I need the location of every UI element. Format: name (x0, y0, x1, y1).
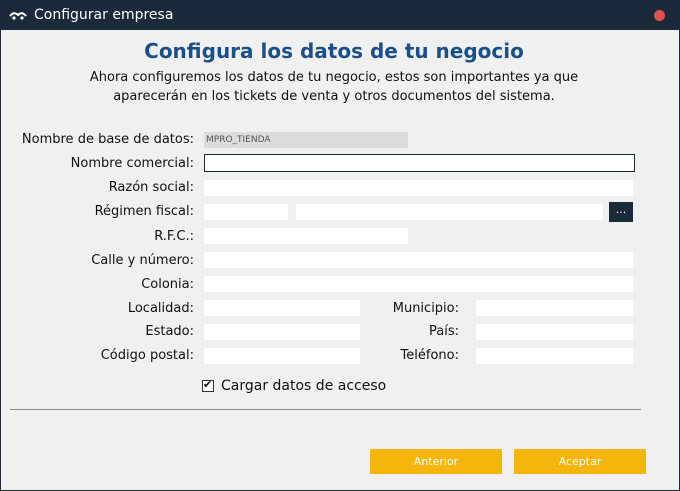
tax-regime-search-button[interactable]: ... (609, 202, 633, 222)
load-access-checkbox[interactable]: ✔ (202, 378, 214, 392)
tax-regime-description-field[interactable] (296, 204, 603, 220)
db-name-label: Nombre de base de datos: (21, 132, 194, 147)
state-field[interactable] (204, 324, 360, 340)
tax-regime-code-field[interactable] (204, 204, 288, 220)
commercial-name-label: Nombre comercial: (70, 156, 194, 171)
locality-label: Localidad: (127, 301, 194, 316)
window-title: Configurar empresa (34, 7, 174, 23)
page-subtitle: Ahora configuremos los datos de tu negoc… (89, 70, 579, 104)
country-field[interactable] (476, 324, 633, 340)
business-name-label: Razón social: (108, 180, 194, 195)
neighborhood-label: Colonia: (141, 277, 194, 292)
postal-code-field[interactable] (204, 348, 360, 364)
locality-field[interactable] (204, 300, 360, 316)
configure-company-window: Configurar empresa Configura los datos d… (0, 0, 680, 491)
accept-button[interactable]: Aceptar (514, 449, 646, 474)
business-name-field[interactable] (204, 180, 633, 196)
postal-code-label: Código postal: (100, 348, 194, 363)
rfc-label: R.F.C.: (154, 229, 194, 244)
street-field[interactable] (204, 252, 633, 268)
page-heading: Configura los datos de tu negocio (144, 39, 524, 63)
commercial-name-field[interactable] (204, 154, 635, 172)
close-icon[interactable] (654, 10, 665, 21)
neighborhood-field[interactable] (204, 276, 633, 292)
previous-button[interactable]: Anterior (370, 449, 502, 474)
street-label: Calle y número: (91, 253, 194, 268)
phone-label: Teléfono: (400, 348, 459, 363)
municipality-label: Municipio: (392, 301, 459, 316)
phone-field[interactable] (476, 348, 633, 364)
state-label: Estado: (145, 324, 194, 339)
checkmark-icon: ✔ (203, 378, 213, 391)
rfc-field[interactable] (204, 228, 408, 244)
load-access-label[interactable]: Cargar datos de acceso (221, 378, 386, 394)
title-bar: Configurar empresa (1, 1, 679, 30)
db-name-field (204, 132, 408, 148)
footer-divider (10, 409, 641, 410)
country-label: País: (429, 324, 459, 339)
app-logo-icon (9, 8, 27, 22)
tax-regime-label: Régimen fiscal: (94, 204, 194, 219)
municipality-field[interactable] (476, 300, 633, 316)
